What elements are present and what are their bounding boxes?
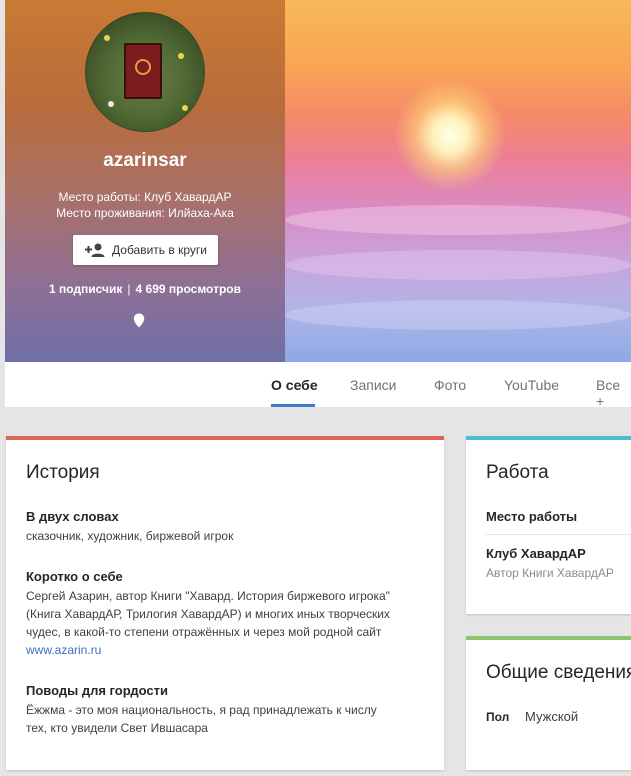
work-divider bbox=[486, 534, 631, 535]
history-card-title: История bbox=[26, 462, 100, 483]
tab-all[interactable]: Все + bbox=[596, 377, 631, 409]
add-to-circles-label: Добавить в круги bbox=[112, 243, 207, 257]
employer-role: Автор Книги ХавардАР bbox=[486, 566, 614, 580]
followers-count[interactable]: 1 подписчик bbox=[49, 282, 122, 296]
work-card-title: Работа bbox=[486, 462, 549, 483]
summary-text: сказочник, художник, биржевой игрок bbox=[26, 529, 234, 543]
profile-cover: azarinsar Место работы: Клуб ХавардАР Ме… bbox=[5, 0, 631, 362]
general-card-title: Общие сведения bbox=[486, 662, 631, 683]
gender-value: Мужской bbox=[525, 709, 579, 724]
avatar-detail bbox=[178, 53, 184, 59]
stats-separator: | bbox=[127, 282, 131, 296]
profile-home-line: Место проживания: Илйаха-Ака bbox=[56, 206, 234, 220]
add-person-icon bbox=[84, 242, 106, 258]
about-text-line: Сергей Азарин, автор Книги "Хавард. Исто… bbox=[26, 589, 390, 603]
cover-cloud bbox=[285, 300, 631, 330]
work-card-stripe bbox=[466, 436, 631, 440]
pride-text-line: тех, кто увидели Свет Ившасара bbox=[26, 721, 208, 735]
add-to-circles-button[interactable]: Добавить в круги bbox=[73, 235, 218, 265]
employer-name: Клуб ХавардАР bbox=[486, 546, 586, 561]
tab-youtube[interactable]: YouTube bbox=[504, 377, 559, 393]
pride-label: Поводы для гордости bbox=[26, 683, 168, 698]
cover-photo bbox=[285, 0, 631, 362]
history-card-stripe bbox=[6, 436, 444, 440]
history-card: История В двух словах сказочник, художни… bbox=[6, 436, 444, 770]
general-card-stripe bbox=[466, 636, 631, 640]
profile-work-line: Место работы: Клуб ХавардАР bbox=[58, 190, 232, 204]
cover-sun bbox=[395, 80, 505, 190]
avatar-emblem bbox=[135, 59, 151, 75]
avatar-detail bbox=[182, 105, 188, 111]
tab-photos[interactable]: Фото bbox=[434, 377, 466, 393]
profile-tabs: О себе Записи Фото YouTube Все + bbox=[5, 362, 631, 409]
profile-stats: 1 подписчик | 4 699 просмотров bbox=[5, 282, 285, 296]
avatar-book bbox=[124, 43, 162, 99]
about-text-line: (Книга ХавардАР, Трилогия ХавардАР) и мн… bbox=[26, 607, 390, 621]
summary-label: В двух словах bbox=[26, 509, 119, 524]
tab-about[interactable]: О себе bbox=[271, 377, 318, 393]
about-label: Коротко о себе bbox=[26, 569, 123, 584]
tab-posts[interactable]: Записи bbox=[350, 377, 396, 393]
cover-cloud bbox=[285, 250, 631, 280]
work-card: Работа Место работы Клуб ХавардАР Автор … bbox=[466, 436, 631, 614]
profile-info-panel: azarinsar Место работы: Клуб ХавардАР Ме… bbox=[5, 0, 285, 362]
gender-label: Пол bbox=[486, 710, 510, 724]
profile-username: azarinsar bbox=[103, 150, 187, 171]
about-text-line: чудес, в какой-то степени отражённых и ч… bbox=[26, 625, 382, 639]
views-count: 4 699 просмотров bbox=[135, 282, 241, 296]
location-pin-icon bbox=[133, 313, 145, 328]
cover-cloud bbox=[285, 205, 631, 235]
general-info-card: Общие сведения Пол Мужской bbox=[466, 636, 631, 770]
pride-text-line: Ёжжма - это моя национальность, я рад пр… bbox=[26, 703, 377, 717]
avatar-detail bbox=[108, 101, 114, 107]
profile-avatar[interactable] bbox=[85, 12, 205, 132]
website-link[interactable]: www.azarin.ru bbox=[26, 641, 101, 659]
avatar-detail bbox=[104, 35, 110, 41]
active-tab-indicator bbox=[271, 404, 315, 407]
work-place-label: Место работы bbox=[486, 509, 578, 524]
